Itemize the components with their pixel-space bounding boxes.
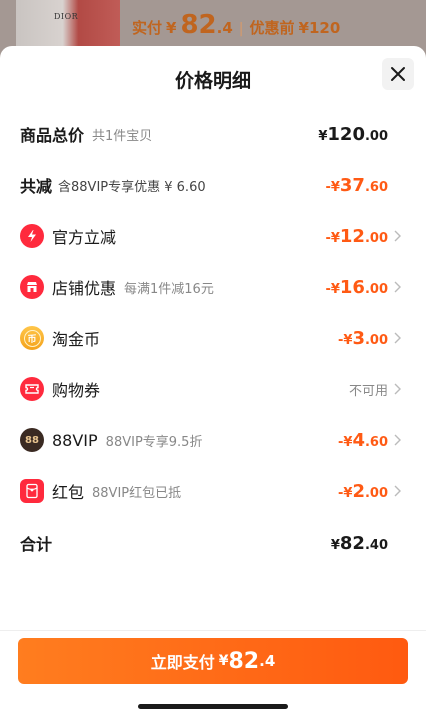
ticket-icon [20, 377, 44, 401]
redpacket-label: 红包 [52, 483, 85, 502]
chevron-right-icon [394, 485, 404, 497]
row-coupon[interactable]: 购物券 不可用 [20, 374, 404, 404]
chevron-right-icon [394, 383, 404, 395]
discount-sub: 含88VIP专享优惠 ¥ 6.60 [58, 179, 206, 195]
row-store[interactable]: 店铺优惠 每满1件减16元 -¥ 16 .00 [20, 272, 404, 302]
row-redpacket[interactable]: 红包 88VIP红包已抵 -¥ 2 .00 [20, 476, 404, 506]
sheet-title: 价格明细 [174, 70, 251, 92]
total-currency: ¥ [318, 128, 328, 144]
row-official[interactable]: 官方立减 -¥ 12 .00 [20, 221, 404, 251]
vip-sub: 88VIP专享9.5折 [105, 434, 203, 450]
pay-dec: .4 [259, 652, 276, 670]
chevron-right-icon [394, 281, 404, 293]
store-label: 店铺优惠 [52, 279, 117, 298]
row-discount: 共减 含88VIP专享优惠 ¥ 6.60 -¥ 37 .60 [20, 170, 404, 200]
pay-currency: ¥ [218, 653, 229, 669]
coupon-status: 不可用 [348, 383, 388, 399]
official-int: 12 [339, 225, 365, 247]
discount-amount: -¥ 37 .60 [325, 175, 388, 196]
paid-label: 实付 [132, 19, 163, 37]
subtotal-currency: ¥ [330, 537, 340, 553]
store-amount: -¥ 16 .00 [325, 277, 388, 298]
official-dec: .00 [364, 230, 388, 246]
coins-amount: -¥ 3 .00 [338, 328, 388, 349]
pay-int: 82 [228, 648, 260, 674]
paid-currency: ¥ [166, 19, 177, 37]
store-int: 16 [339, 276, 365, 298]
redpacket-amount: -¥ 2 .00 [338, 481, 388, 502]
redpacket-int: 2 [352, 480, 365, 502]
price-separator: | [238, 21, 244, 37]
store-sub: 每满1件减16元 [124, 281, 214, 297]
total-int: 120 [327, 123, 365, 145]
coins-dec: .00 [364, 332, 388, 348]
subtotal-dec: .40 [364, 537, 388, 553]
official-label: 官方立减 [52, 228, 117, 247]
redpacket-sub: 88VIP红包已抵 [92, 485, 182, 501]
lightning-icon [20, 224, 44, 248]
total-label: 商品总价 [20, 126, 85, 145]
coins-label: 淘金币 [52, 330, 101, 349]
row-coins[interactable]: 币 淘金币 -¥ 3 .00 [20, 323, 404, 353]
paid-price-dec: .4 [216, 19, 233, 37]
coin-icon: 币 [20, 326, 44, 350]
brand-logo: DIOR [54, 12, 79, 21]
discount-dec: .60 [364, 179, 388, 195]
chevron-right-icon [394, 434, 404, 446]
discount-int: 37 [339, 174, 365, 196]
row-vip[interactable]: 88 88VIP 88VIP专享9.5折 -¥ 4 .60 [20, 425, 404, 455]
before-discount-price: ¥120 [298, 19, 341, 37]
paid-price-int: 82 [180, 10, 217, 40]
store-icon [20, 275, 44, 299]
total-amount: ¥ 120 .00 [318, 124, 388, 145]
discount-currency: -¥ [325, 179, 340, 195]
vip-icon: 88 [20, 428, 44, 452]
redpacket-dec: .00 [364, 485, 388, 501]
official-amount: -¥ 12 .00 [325, 226, 388, 247]
total-sub: 共1件宝贝 [92, 128, 153, 144]
price-detail-sheet: 价格明细 商品总价 共1件宝贝 ¥ 120 .00 共减 含88VIP专享优惠 … [0, 46, 426, 720]
vip-currency: -¥ [337, 434, 353, 450]
close-icon [391, 67, 405, 81]
coupon-label: 购物券 [52, 381, 101, 400]
background-price: 实付 ¥ 82.4 | 优惠前 ¥120 [132, 10, 340, 40]
close-button[interactable] [382, 58, 414, 90]
vip-amount: -¥ 4 .60 [338, 430, 388, 451]
subtotal-amount: ¥ 82 .40 [331, 533, 388, 554]
vip-dec: .60 [364, 434, 388, 450]
home-indicator [138, 704, 288, 709]
official-currency: -¥ [325, 230, 340, 246]
coin-icon-text: 币 [23, 329, 41, 347]
discount-label: 共减 [20, 177, 53, 196]
coins-int: 3 [352, 327, 365, 349]
total-dec: .00 [364, 128, 388, 144]
red-packet-icon [20, 479, 44, 503]
row-subtotal: 合计 ¥ 82 .40 [20, 528, 404, 558]
product-thumbnail: DIOR [16, 0, 120, 48]
store-dec: .00 [364, 281, 388, 297]
coins-currency: -¥ [337, 332, 353, 348]
footer-divider [0, 630, 426, 631]
row-total: 商品总价 共1件宝贝 ¥ 120 .00 [20, 119, 404, 149]
before-discount-label: 优惠前 [249, 19, 295, 37]
subtotal-label: 合计 [20, 535, 53, 554]
redpacket-currency: -¥ [337, 485, 353, 501]
chevron-right-icon [394, 332, 404, 344]
chevron-right-icon [394, 230, 404, 242]
store-currency: -¥ [325, 281, 340, 297]
pay-label: 立即支付 [150, 653, 215, 672]
subtotal-int: 82 [339, 532, 365, 554]
vip-int: 4 [352, 429, 365, 451]
vip-label: 88VIP [52, 430, 98, 450]
pay-now-button[interactable]: 立即支付 ¥ 82 .4 [18, 638, 408, 684]
